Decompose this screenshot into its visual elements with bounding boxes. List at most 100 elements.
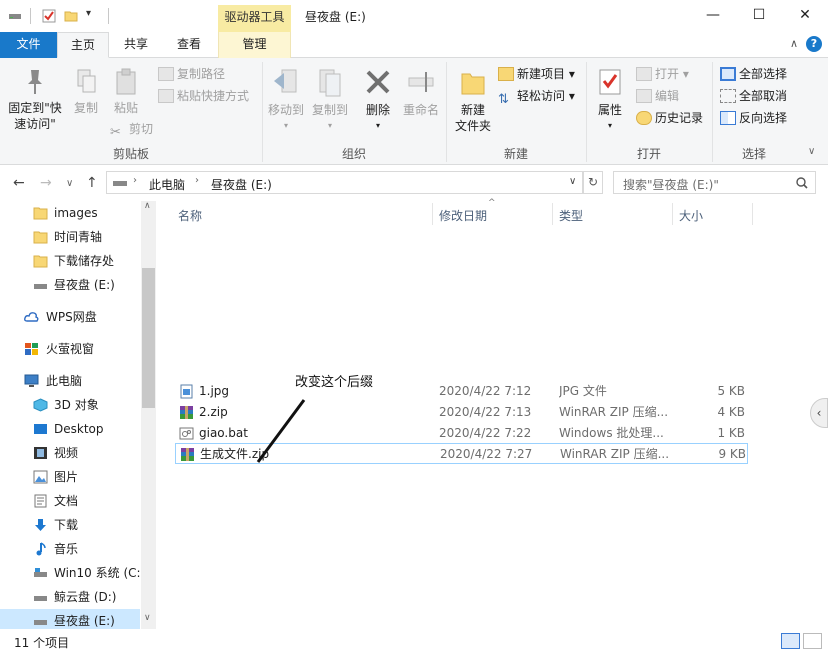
file-type: Windows 批处理... [559, 426, 664, 440]
qat-dropdown-icon[interactable]: ▾ [86, 8, 91, 19]
search-box[interactable]: 搜索"昼夜盘 (E:)" [613, 171, 816, 194]
select-group-label: 选择 [741, 147, 766, 161]
invert-selection-button[interactable]: 反向选择 [720, 109, 787, 126]
tab-manage[interactable]: 管理 [218, 32, 291, 58]
breadcrumb-chevron-icon[interactable]: › [195, 175, 199, 186]
nav-item-wps-cloud[interactable]: WPS网盘 [0, 305, 140, 329]
large-icons-view-icon[interactable] [803, 633, 822, 649]
column-header-type[interactable]: 类型 [559, 207, 583, 224]
tab-view[interactable]: 查看 [163, 32, 215, 58]
image-file-icon [180, 384, 193, 399]
paste-shortcut-button[interactable]: 粘贴快捷方式 [158, 87, 249, 104]
select-all-icon [720, 67, 736, 81]
easy-access-button[interactable]: ⇅ 轻松访问 ▾ [498, 87, 575, 107]
minimize-button[interactable]: — [690, 0, 736, 32]
nav-item-label: 文档 [54, 494, 79, 508]
column-divider[interactable] [672, 203, 673, 225]
nav-item-label: 昼夜盘 (E:) [54, 278, 115, 292]
nav-item-documents[interactable]: 文档 [0, 489, 140, 513]
refresh-button[interactable]: ↻ [583, 171, 603, 194]
nav-item-3d-objects[interactable]: 3D 对象 [0, 393, 140, 417]
copy-to-button[interactable]: 复制到 ▾ [308, 68, 352, 134]
move-to-button[interactable]: 移动到 ▾ [264, 68, 308, 134]
history-icon [636, 111, 652, 125]
nav-item-downloads[interactable]: 下载 [0, 513, 140, 537]
nav-item-label: images [54, 206, 98, 220]
breadcrumb-chevron-icon[interactable]: › [133, 175, 137, 186]
details-view-icon[interactable] [781, 633, 800, 649]
tab-share[interactable]: 共享 [110, 32, 162, 58]
history-button[interactable]: 历史记录 [636, 109, 703, 126]
nav-item-huoying[interactable]: 火萤视窗 [0, 337, 140, 361]
side-collapse-icon[interactable]: ‹ [810, 398, 828, 428]
properties-button[interactable]: 属性 ▾ [590, 68, 630, 134]
new-folder-button[interactable]: 新建 文件夹 [450, 68, 496, 134]
file-size: 5 KB [717, 384, 745, 398]
nav-item-music[interactable]: 音乐 [0, 537, 140, 561]
collapse-ribbon-icon[interactable]: ∧ [790, 37, 798, 50]
delete-button[interactable]: 删除 ▾ [358, 68, 398, 134]
search-icon[interactable] [796, 177, 808, 189]
column-divider[interactable] [552, 203, 553, 225]
column-divider[interactable] [752, 203, 753, 225]
nav-scroll-thumb[interactable] [142, 268, 155, 408]
copy-path-button[interactable]: 复制路径 [158, 65, 225, 82]
breadcrumb-this-pc[interactable]: 此电脑 [149, 176, 185, 193]
tab-file[interactable]: 文件 [0, 32, 57, 58]
column-header-modified[interactable]: 修改日期 [439, 207, 487, 224]
column-header-size[interactable]: 大小 [679, 207, 703, 224]
open-label: 打开 ▾ [655, 67, 689, 81]
nav-item-shijianqingzhou[interactable]: 时间青轴 [0, 225, 140, 249]
nav-item-videos[interactable]: 视频 [0, 441, 140, 465]
cut-button[interactable]: ✂ 剪切 [110, 120, 153, 140]
clipboard-group-label: 剪贴板 [112, 147, 149, 161]
ribbon-expand-icon[interactable]: ∨ [808, 146, 815, 157]
copy-label: 复制 [73, 101, 98, 115]
properties-check-icon[interactable] [42, 9, 56, 23]
new-folder-qat-icon[interactable] [64, 9, 78, 23]
nav-item-drive-d[interactable]: 鲸云盘 (D:) [0, 585, 140, 609]
film-icon [34, 447, 47, 459]
open-button[interactable]: 打开 ▾ [636, 65, 689, 82]
back-arrow-icon[interactable]: ← [13, 175, 25, 191]
copy-icon [77, 69, 96, 93]
nav-item-drive-c[interactable]: Win10 系统 (C:) [0, 561, 145, 585]
nav-item-download-storage[interactable]: 下载储存处 [0, 249, 140, 273]
document-icon [34, 494, 47, 508]
select-all-button[interactable]: 全部选择 [720, 65, 787, 82]
close-button[interactable]: ✕ [782, 0, 828, 32]
nav-item-pictures[interactable]: 图片 [0, 465, 140, 489]
nav-item-label: 鲸云盘 (D:) [54, 590, 117, 604]
download-arrow-icon [35, 519, 46, 531]
new-item-button[interactable]: 新建项目 ▾ [498, 65, 575, 82]
select-none-button[interactable]: 全部取消 [720, 87, 787, 104]
scroll-down-icon[interactable]: ∨ [144, 613, 151, 623]
up-arrow-icon[interactable]: ↑ [86, 175, 98, 191]
column-header-name[interactable]: 名称 [178, 207, 202, 224]
search-input[interactable]: 搜索"昼夜盘 (E:)" [623, 176, 719, 193]
computer-icon [24, 374, 39, 387]
copy-button[interactable]: 复制 [66, 68, 106, 116]
drive-icon[interactable] [8, 9, 22, 23]
scroll-up-icon[interactable]: ∧ [144, 201, 151, 211]
recent-dropdown-icon[interactable]: ∨ [66, 178, 73, 189]
tab-home[interactable]: 主页 [57, 32, 109, 58]
column-divider[interactable] [432, 203, 433, 225]
paste-button[interactable]: 粘贴 [106, 68, 146, 116]
new-folder-icon [461, 73, 485, 95]
nav-scrollbar[interactable]: ∧ ∨ [141, 201, 156, 629]
nav-item-desktop[interactable]: Desktop [0, 417, 140, 441]
rename-button[interactable]: 重命名 [400, 68, 442, 118]
address-dropdown-icon[interactable]: ∨ [569, 176, 576, 187]
help-icon[interactable]: ? [806, 36, 822, 52]
nav-item-drive-e-quick[interactable]: 昼夜盘 (E:) [0, 273, 140, 297]
address-bar[interactable]: › 此电脑 › 昼夜盘 (E:) ∨ [106, 171, 583, 194]
forward-arrow-icon[interactable]: → [40, 175, 52, 191]
breadcrumb-drive[interactable]: 昼夜盘 (E:) [211, 176, 272, 193]
nav-item-images[interactable]: images [0, 201, 140, 225]
maximize-button[interactable]: ☐ [736, 0, 782, 32]
nav-item-this-pc[interactable]: 此电脑 [0, 369, 140, 393]
winrar-archive-icon [180, 406, 193, 419]
pin-quick-access-button[interactable]: 固定到"快 速访问" [4, 68, 66, 132]
edit-button[interactable]: 编辑 [636, 87, 679, 104]
